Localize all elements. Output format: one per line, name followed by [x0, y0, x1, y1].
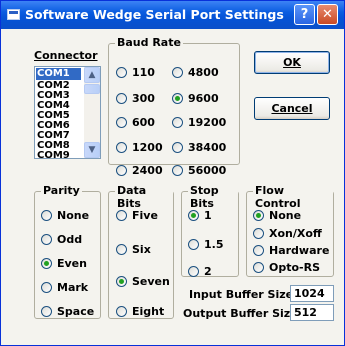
baud-2400-radio[interactable]: 2400: [116, 164, 163, 178]
help-button[interactable]: ?: [294, 4, 315, 25]
baud-9600-radio[interactable]: 9600: [172, 92, 219, 106]
baud-1200-radio[interactable]: 1200: [116, 141, 163, 155]
scroll-thumb[interactable]: [84, 84, 100, 94]
baud-110-radio[interactable]: 110: [116, 66, 155, 80]
baud-rate-label: Baud Rate: [115, 36, 183, 49]
scroll-down-icon[interactable]: ▼: [84, 142, 100, 158]
connector-scrollbar[interactable]: ▲ ▼: [84, 67, 100, 158]
parity-space-radio[interactable]: Space: [41, 305, 94, 319]
input-buffer-label: Input Buffer Size:: [189, 288, 298, 301]
flow-xon-xoff-radio[interactable]: Xon/Xoff: [253, 227, 322, 241]
baud-19200-radio[interactable]: 19200: [172, 116, 226, 130]
output-buffer-field[interactable]: 512: [290, 304, 334, 321]
dialog-window: Software Wedge Serial Port Settings ? ✕ …: [0, 0, 345, 346]
flow-opto-rs-radio[interactable]: Opto-RS: [253, 261, 320, 275]
stop-bits-2-radio[interactable]: 2: [188, 265, 212, 279]
parity-mark-radio[interactable]: Mark: [41, 281, 88, 295]
cancel-button[interactable]: Cancel: [254, 97, 330, 120]
input-buffer-field[interactable]: 1024: [290, 285, 334, 302]
list-item[interactable]: COM1: [36, 68, 81, 80]
baud-38400-radio[interactable]: 38400: [172, 141, 226, 155]
data-bits-six-radio[interactable]: Six: [116, 243, 151, 257]
scroll-up-icon[interactable]: ▲: [84, 67, 100, 83]
close-button[interactable]: ✕: [317, 4, 338, 25]
baud-600-radio[interactable]: 600: [116, 116, 155, 130]
parity-label: Parity: [41, 184, 82, 197]
data-bits-seven-radio[interactable]: Seven: [116, 275, 170, 289]
ok-button[interactable]: OK: [254, 51, 330, 74]
window-title: Software Wedge Serial Port Settings: [25, 7, 284, 22]
list-item[interactable]: COM9: [36, 150, 81, 158]
stop-bits-1-radio[interactable]: 1: [188, 209, 212, 223]
title-bar[interactable]: Software Wedge Serial Port Settings ? ✕: [1, 1, 344, 29]
baud-56000-radio[interactable]: 56000: [172, 164, 226, 178]
data-bits-five-radio[interactable]: Five: [116, 209, 158, 223]
stop-bits-label: Stop Bits: [188, 184, 238, 210]
parity-none-radio[interactable]: None: [41, 209, 89, 223]
parity-odd-radio[interactable]: Odd: [41, 233, 82, 247]
parity-even-radio[interactable]: Even: [41, 257, 87, 271]
baud-300-radio[interactable]: 300: [116, 92, 155, 106]
output-buffer-label: Output Buffer Size:: [183, 307, 303, 320]
flow-hardware-radio[interactable]: Hardware: [253, 244, 329, 258]
flow-none-radio[interactable]: None: [253, 209, 301, 223]
connector-listbox[interactable]: COM1 COM2 COM3 COM4 COM5 COM6 COM7 COM8 …: [34, 66, 101, 159]
baud-4800-radio[interactable]: 4800: [172, 66, 219, 80]
data-bits-label: Data Bits: [115, 184, 173, 210]
window-icon: [7, 9, 20, 20]
connector-label: Connector: [34, 49, 98, 62]
flow-control-label: Flow Control: [253, 184, 333, 210]
stop-bits-1-5-radio[interactable]: 1.5: [188, 238, 224, 252]
data-bits-eight-radio[interactable]: Eight: [116, 305, 164, 319]
